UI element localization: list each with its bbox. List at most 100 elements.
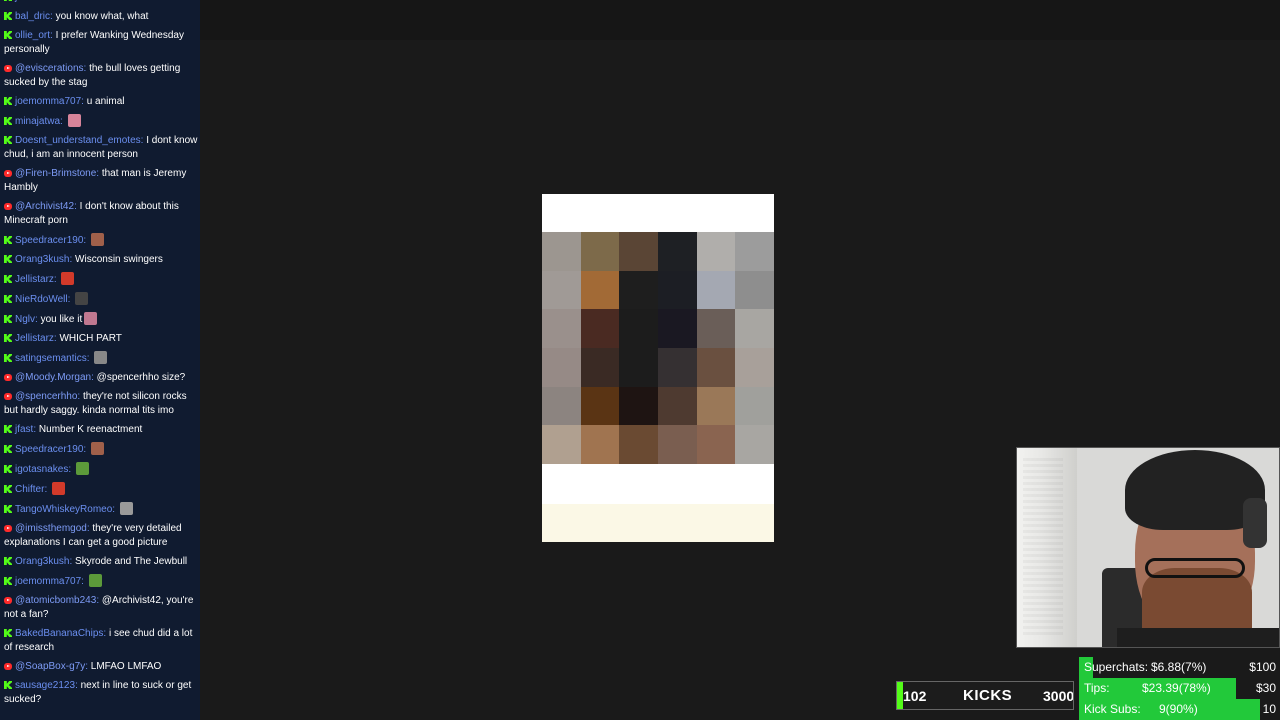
mosaic-cell bbox=[619, 348, 658, 387]
mosaic-cell bbox=[658, 425, 697, 464]
chat-username[interactable]: @imissthemgod bbox=[15, 523, 87, 534]
kick-logo-icon bbox=[4, 445, 12, 453]
chat-separator: : bbox=[53, 274, 60, 285]
chat-username[interactable]: @SoapBox-g7y bbox=[15, 661, 85, 672]
chat-text: Number K reenactment bbox=[38, 424, 143, 435]
mosaic-cell bbox=[696, 232, 736, 271]
chat-username[interactable]: @Moody.Morgan bbox=[15, 372, 91, 383]
chat-username[interactable]: ollie_ort bbox=[15, 30, 50, 41]
stream-layout: joemomma707: blur it bal_dric: you know w… bbox=[0, 0, 1280, 720]
chat-username[interactable]: NieRdoWell bbox=[15, 294, 68, 305]
kicks-label: KICKS bbox=[963, 687, 1013, 704]
chat-message-list[interactable]: joemomma707: blur it bal_dric: you know w… bbox=[0, 0, 200, 712]
mosaic-cell bbox=[658, 309, 697, 348]
chat-username[interactable]: joemomma707 bbox=[15, 0, 81, 3]
chat-message: joemomma707: bbox=[4, 574, 200, 589]
mosaic-cell bbox=[696, 425, 736, 464]
streamer-shirt bbox=[1117, 628, 1279, 647]
chat-message: minajatwa: bbox=[4, 114, 200, 129]
kick-logo-icon bbox=[4, 236, 12, 244]
chat-username[interactable]: bal_dric bbox=[15, 11, 50, 22]
chat-username[interactable]: BakedBananaChips bbox=[15, 628, 103, 639]
kick-logo-icon bbox=[4, 681, 12, 689]
chat-message: NieRdoWell: bbox=[4, 292, 200, 307]
chat-separator: : bbox=[67, 294, 74, 305]
pink-pixel-emote-icon bbox=[67, 114, 81, 127]
tips-amount: $23.39(78%) bbox=[1142, 681, 1211, 695]
kick-subs-amount: 9(90%) bbox=[1159, 702, 1198, 716]
chat-username[interactable]: Orang3kush bbox=[15, 556, 69, 567]
eyes-emote-icon bbox=[94, 351, 108, 364]
chat-username[interactable]: satingsemantics bbox=[15, 353, 87, 364]
chat-separator: : bbox=[86, 353, 93, 364]
mosaic-cell bbox=[580, 232, 620, 271]
pixelated-mosaic bbox=[542, 232, 774, 464]
chat-username[interactable]: sausage2123 bbox=[15, 680, 75, 691]
chat-message: satingsemantics: bbox=[4, 351, 200, 366]
youtube-logo-icon bbox=[4, 65, 12, 72]
chat-username[interactable]: @eviscerations bbox=[15, 63, 84, 74]
chat-username[interactable]: joemomma707 bbox=[15, 576, 81, 587]
chat-username[interactable]: @atomicbomb243 bbox=[15, 595, 96, 606]
mosaic-cell bbox=[580, 425, 620, 464]
youtube-logo-icon bbox=[4, 663, 12, 670]
chat-message: joemomma707: u animal bbox=[4, 95, 200, 109]
mosaic-cell bbox=[542, 425, 581, 464]
mosaic-cell bbox=[580, 348, 620, 387]
chat-username[interactable]: igotasnakes bbox=[15, 464, 68, 475]
chat-username[interactable]: Speedracer190 bbox=[15, 235, 83, 246]
kick-logo-icon bbox=[4, 505, 12, 513]
chat-username[interactable]: Jellistarz bbox=[15, 333, 54, 344]
mosaic-cell bbox=[696, 348, 736, 387]
chat-username[interactable]: Speedracer190 bbox=[15, 444, 83, 455]
kick-subs-row: Kick Subs: 9(90%) 10 bbox=[1079, 699, 1280, 720]
income-goals-widget: Superchats: $6.88(7%) $100 Tips: $23.39(… bbox=[1079, 657, 1280, 720]
mosaic-cell bbox=[542, 232, 581, 271]
chat-message: @spencerhho: they're not silicon rocks b… bbox=[4, 390, 200, 418]
frog-emote-icon bbox=[75, 462, 89, 475]
kick-logo-icon bbox=[4, 136, 12, 144]
chat-message: Orang3kush: Wisconsin swingers bbox=[4, 253, 200, 267]
mosaic-cell bbox=[580, 386, 620, 426]
kick-logo-icon bbox=[4, 425, 12, 433]
tips-row: Tips: $23.39(78%) $30 bbox=[1079, 678, 1280, 699]
chat-message: @Archivist42: I don't know about this Mi… bbox=[4, 200, 200, 228]
chat-text: LMFAO LMFAO bbox=[90, 661, 162, 672]
chat-text: you like it bbox=[40, 314, 83, 325]
chat-username[interactable]: Chifter bbox=[15, 484, 44, 495]
chat-username[interactable]: Nglv bbox=[15, 314, 35, 325]
chat-username[interactable]: Doesnt_understand_emotes bbox=[15, 135, 141, 146]
chat-message: Speedracer190: bbox=[4, 233, 200, 248]
mosaic-cell bbox=[658, 348, 697, 387]
tips-goal: $30 bbox=[1255, 681, 1276, 695]
chat-text: WHICH PART bbox=[59, 333, 122, 344]
chat-text: Skyrode and The Jewbull bbox=[75, 556, 188, 567]
mosaic-cell bbox=[735, 309, 774, 348]
chat-username[interactable]: Jellistarz bbox=[15, 274, 54, 285]
chat-text: @spencerhho size? bbox=[96, 372, 186, 383]
frog-emote-icon bbox=[88, 574, 102, 587]
chat-username[interactable]: @Firen-Brimstone bbox=[15, 168, 96, 179]
kick-logo-icon bbox=[4, 255, 12, 263]
kick-subs-goal: 10 bbox=[1262, 702, 1276, 716]
chat-username[interactable]: @Archivist42 bbox=[15, 201, 74, 212]
chat-username[interactable]: @spencerhho bbox=[15, 391, 77, 402]
mosaic-cell bbox=[619, 309, 658, 348]
kick-logo-icon bbox=[4, 97, 12, 105]
chat-username[interactable]: minajatwa bbox=[15, 116, 60, 127]
chat-username[interactable]: jfast bbox=[15, 424, 33, 435]
chat-text: you know what, what bbox=[55, 11, 149, 22]
kick-subs-label: Kick Subs: bbox=[1084, 702, 1141, 716]
mosaic-cell bbox=[696, 309, 736, 348]
chat-text: blur it bbox=[87, 0, 111, 3]
chat-username[interactable]: Orang3kush bbox=[15, 254, 69, 265]
youtube-logo-icon bbox=[4, 393, 12, 400]
kick-logo-icon bbox=[4, 557, 12, 565]
chat-message: Orang3kush: Skyrode and The Jewbull bbox=[4, 555, 200, 569]
mosaic-cell bbox=[542, 270, 581, 310]
chat-message: @eviscerations: the bull loves getting s… bbox=[4, 62, 200, 90]
chat-username[interactable]: joemomma707 bbox=[15, 96, 81, 107]
chat-username[interactable]: TangoWhiskeyRomeo bbox=[15, 504, 112, 515]
chat-separator: : bbox=[44, 484, 51, 495]
webcam-feed bbox=[1016, 447, 1280, 648]
